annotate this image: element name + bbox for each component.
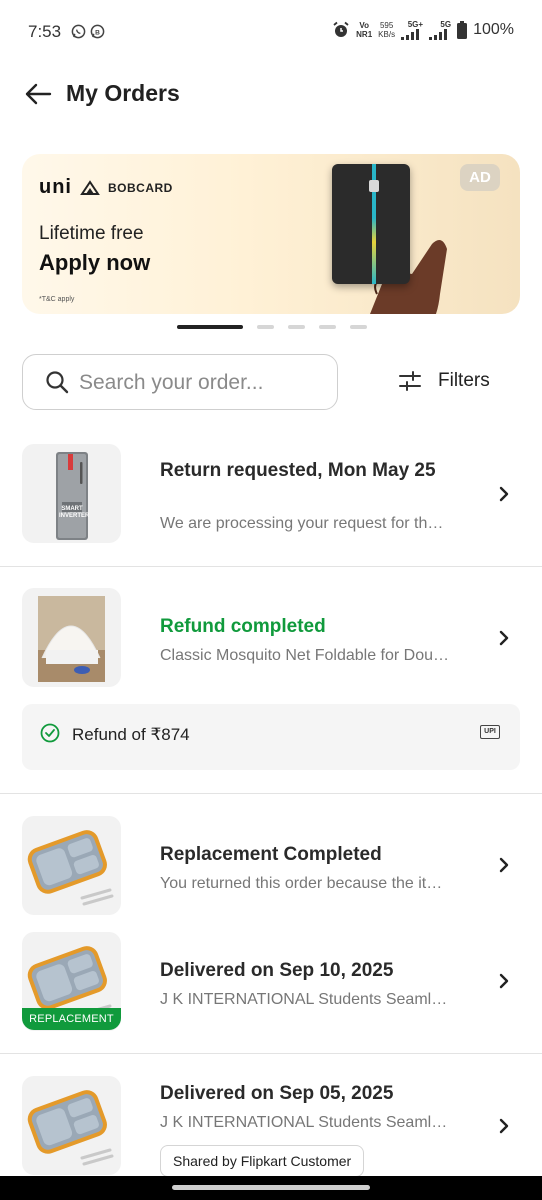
svg-text:B: B bbox=[95, 29, 100, 36]
fridge-label: SMART INVERTER bbox=[59, 506, 90, 519]
battery-icon bbox=[457, 21, 468, 39]
uni-logo: uni bbox=[39, 176, 72, 198]
carousel-dot[interactable] bbox=[288, 325, 305, 329]
order-status: Delivered on Sep 05, 2025 bbox=[160, 1083, 394, 1104]
status-notification-icons: B bbox=[71, 24, 105, 39]
net2-label: 5G bbox=[440, 20, 452, 29]
product-thumbnail bbox=[22, 816, 121, 915]
banner-cta[interactable]: Apply now bbox=[39, 250, 150, 276]
mosquito-net-image bbox=[38, 596, 105, 682]
speed-unit: KB/s bbox=[378, 30, 396, 39]
lunch-box-image bbox=[27, 1090, 114, 1166]
order-item-refund[interactable]: Refund completed Classic Mosquito Net Fo… bbox=[0, 588, 542, 698]
bobcard-logo: BOBCARD bbox=[108, 180, 173, 195]
app-header: My Orders bbox=[0, 70, 542, 118]
search-box[interactable] bbox=[22, 354, 338, 410]
credit-card-image bbox=[332, 164, 410, 284]
signal-icon bbox=[429, 29, 448, 40]
filters-label: Filters bbox=[438, 370, 490, 391]
page-title: My Orders bbox=[66, 80, 180, 106]
battery-percent: 100% bbox=[473, 21, 514, 38]
back-arrow-icon[interactable] bbox=[22, 78, 54, 110]
product-thumbnail bbox=[22, 588, 121, 687]
replacement-tag: REPLACEMENT bbox=[22, 1008, 121, 1030]
search-input[interactable] bbox=[77, 367, 331, 399]
status-time: 7:53 bbox=[28, 22, 62, 41]
product-thumbnail: SMART INVERTER bbox=[22, 444, 121, 543]
carousel-dot-active[interactable] bbox=[177, 325, 243, 329]
product-thumbnail bbox=[22, 1076, 121, 1175]
banner-logos: uni BOBCARD bbox=[39, 176, 173, 199]
card-chip bbox=[369, 180, 379, 192]
bob-logo-icon bbox=[80, 179, 100, 195]
carousel-indicator bbox=[177, 325, 367, 329]
carousel-dot[interactable] bbox=[319, 325, 336, 329]
home-gesture-handle[interactable] bbox=[172, 1185, 370, 1190]
divider bbox=[0, 566, 542, 567]
alarm-icon bbox=[333, 21, 349, 37]
carousel-dot[interactable] bbox=[350, 325, 367, 329]
shared-by-chip: Shared by Flipkart Customer bbox=[160, 1145, 365, 1177]
banner-subtitle: Lifetime free bbox=[39, 223, 144, 244]
divider bbox=[0, 793, 542, 794]
order-description: We are processing your request for the i… bbox=[160, 515, 450, 532]
order-description: You returned this order because the item… bbox=[160, 875, 450, 892]
whatsapp-business-icon: B bbox=[90, 24, 105, 39]
order-status: Return requested, Mon May 25 bbox=[160, 460, 436, 481]
carousel-dot[interactable] bbox=[257, 325, 274, 329]
lunch-box-image bbox=[27, 830, 114, 906]
order-status: Delivered on Sep 10, 2025 bbox=[160, 960, 394, 981]
refund-amount: Refund of ₹874 bbox=[72, 725, 190, 744]
status-system-icons: Vo NR1 595 KB/s 5G+ 5G 100% bbox=[332, 20, 514, 40]
filters-icon bbox=[399, 371, 421, 391]
chevron-right-icon bbox=[499, 1118, 509, 1134]
signal-icon bbox=[401, 29, 420, 40]
ad-banner[interactable]: uni BOBCARD Lifetime free Apply now *T&C… bbox=[22, 154, 520, 314]
check-circle-icon bbox=[40, 723, 60, 743]
order-item-replacement[interactable]: Replacement Completed You returned this … bbox=[0, 816, 542, 926]
ad-badge: AD bbox=[460, 164, 500, 191]
refund-info: Refund of ₹874 UPI bbox=[22, 704, 520, 770]
filters-button[interactable]: Filters bbox=[398, 364, 490, 398]
order-item-return[interactable]: SMART INVERTER Return requested, Mon May… bbox=[0, 444, 542, 554]
order-status: Refund completed bbox=[160, 616, 326, 637]
upi-icon: UPI bbox=[480, 725, 500, 739]
refrigerator-image bbox=[56, 452, 88, 540]
signal-1: 5G+ bbox=[401, 20, 423, 40]
chevron-right-icon bbox=[499, 857, 509, 873]
speed-value: 595 bbox=[379, 21, 394, 30]
sim1-indicator: Vo NR1 bbox=[356, 21, 372, 39]
sim1-sub: NR1 bbox=[356, 30, 373, 39]
chevron-right-icon bbox=[499, 630, 509, 646]
net1-label: 5G+ bbox=[407, 20, 424, 29]
order-status: Replacement Completed bbox=[160, 844, 382, 865]
order-description: Classic Mosquito Net Foldable for Double… bbox=[160, 647, 450, 664]
chevron-right-icon bbox=[499, 486, 509, 502]
search-icon bbox=[46, 371, 69, 394]
signal-2: 5G bbox=[429, 20, 451, 40]
banner-terms: *T&C apply bbox=[39, 296, 75, 303]
divider bbox=[0, 1053, 542, 1054]
sim1-label: Vo bbox=[359, 21, 369, 30]
whatsapp-icon bbox=[71, 24, 86, 39]
status-bar: 7:53 B Vo NR1 595 KB/s 5G+ 5G 100% bbox=[0, 0, 542, 64]
order-description: J K INTERNATIONAL Students Seamless Lunc… bbox=[160, 991, 450, 1008]
chevron-right-icon bbox=[499, 973, 509, 989]
system-nav-bar bbox=[0, 1176, 542, 1200]
order-description: J K INTERNATIONAL Students Seamless Lunc… bbox=[160, 1114, 450, 1131]
network-speed: 595 KB/s bbox=[378, 21, 395, 39]
